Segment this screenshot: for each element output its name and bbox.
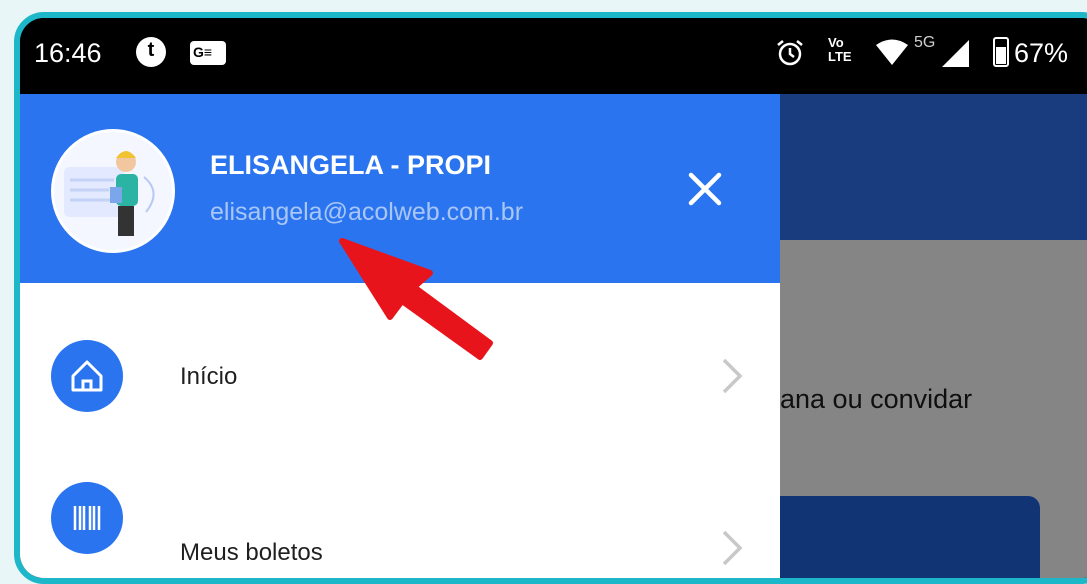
phone-screen: 16:46 t G≡ VoLTE 5G 67% ana ou convidar bbox=[20, 18, 1087, 578]
avatar-illustration bbox=[54, 132, 172, 250]
annotation-arrow bbox=[339, 238, 493, 360]
device-frame: 16:46 t G≡ VoLTE 5G 67% ana ou convidar bbox=[14, 12, 1087, 584]
barcode-icon-glyph bbox=[73, 506, 101, 530]
battery-icon bbox=[993, 37, 1009, 67]
alarm-icon bbox=[777, 40, 803, 66]
menu-item-label: Início bbox=[180, 363, 238, 390]
network-type: 5G bbox=[914, 34, 936, 51]
status-bar: 16:46 t G≡ Vo LTE 5G 67% bbox=[20, 18, 1087, 94]
keyboard-notification-icon: G≡ bbox=[190, 41, 226, 65]
chevron-right-icon bbox=[722, 358, 743, 394]
home-icon-glyph bbox=[71, 360, 103, 392]
menu-item-label: Meus boletos bbox=[180, 539, 323, 566]
battery-percent: 67% bbox=[1014, 38, 1069, 68]
wifi-icon bbox=[876, 39, 908, 65]
barcode-icon bbox=[51, 482, 123, 554]
home-icon bbox=[51, 340, 123, 412]
close-icon[interactable] bbox=[685, 169, 725, 209]
signal-icon bbox=[942, 40, 969, 67]
notification-icon: t bbox=[136, 37, 166, 67]
notification-letter: t bbox=[147, 39, 155, 61]
user-email: elisangela@acolweb.com.br bbox=[210, 198, 524, 226]
user-name: ELISANGELA - PROPI bbox=[210, 150, 492, 180]
keyboard-icon-text: G≡ bbox=[193, 44, 213, 60]
volte-icon: Vo LTE bbox=[828, 35, 852, 64]
menu-item-meus-boletos[interactable]: Meus boletos bbox=[20, 470, 780, 566]
status-time: 16:46 bbox=[34, 38, 102, 68]
avatar[interactable] bbox=[51, 129, 175, 253]
chevron-right-icon bbox=[722, 530, 743, 566]
